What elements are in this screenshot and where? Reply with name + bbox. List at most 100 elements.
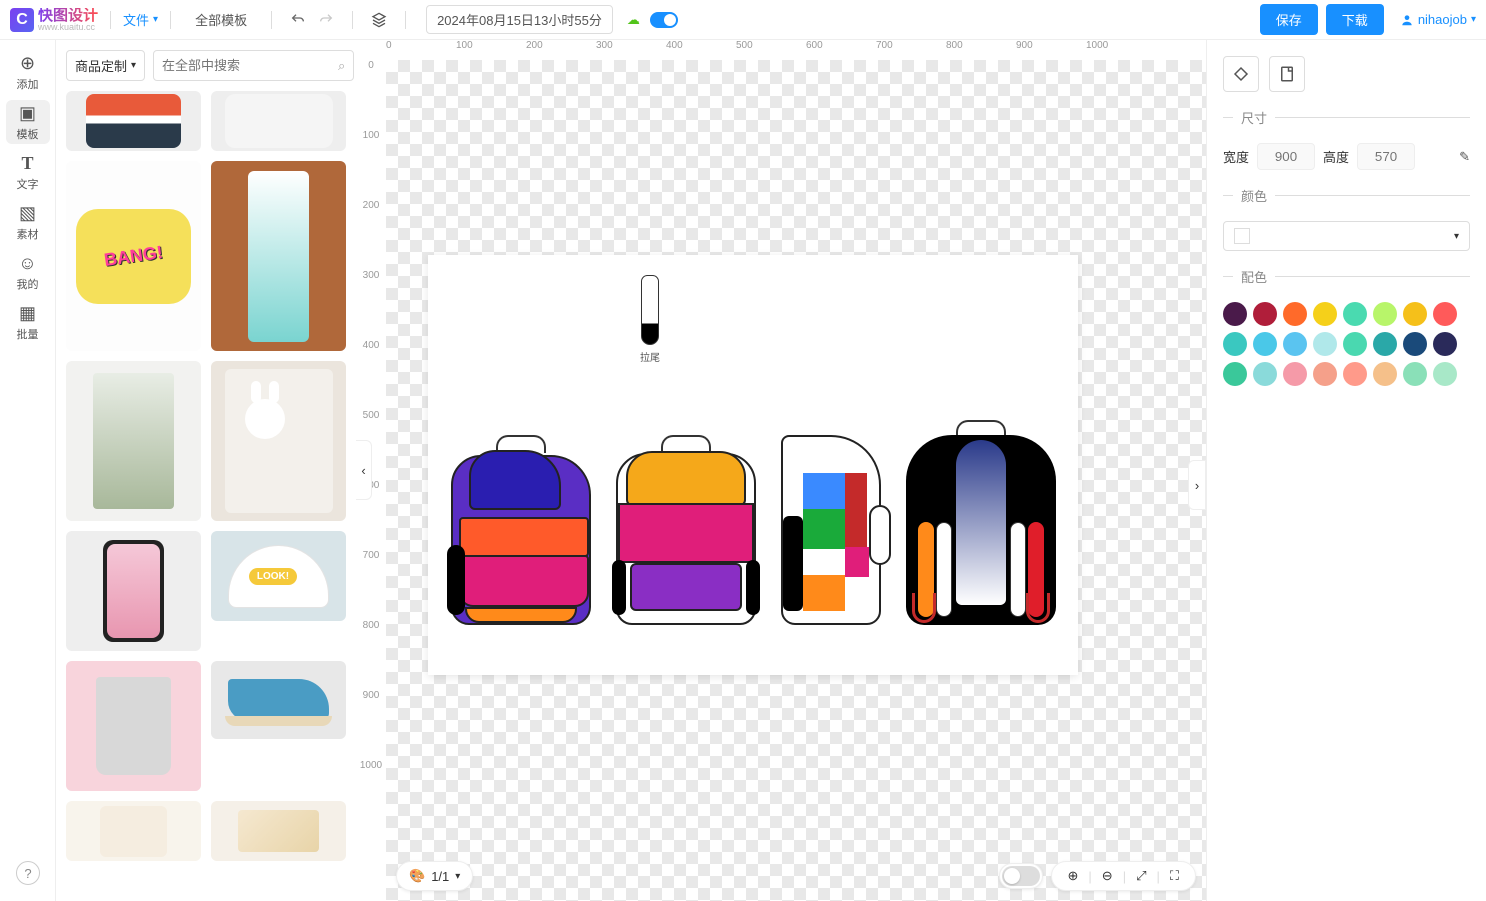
height-input[interactable] — [1357, 143, 1415, 170]
chevron-down-icon: ▾ — [1471, 14, 1476, 25]
color-swatch[interactable] — [1283, 302, 1307, 326]
color-swatch[interactable] — [1313, 362, 1337, 386]
properties-panel: 尺寸 宽度 高度 ✎ 颜色 ▾ 配色 — [1206, 40, 1486, 901]
tab-page[interactable] — [1269, 56, 1305, 92]
color-swatch[interactable] — [1403, 302, 1427, 326]
template-grid[interactable]: BANG! LOOK! — [56, 91, 356, 901]
current-color-swatch — [1234, 228, 1250, 244]
template-thumb[interactable]: LOOK! — [211, 531, 346, 621]
template-thumb[interactable] — [66, 661, 201, 791]
chevron-down-icon: ▾ — [455, 871, 460, 882]
color-swatch[interactable] — [1253, 332, 1277, 356]
rail-mine[interactable]: ☺我的 — [6, 250, 50, 294]
zipper-element[interactable]: 拉尾 — [640, 275, 660, 364]
page-icon — [1278, 65, 1296, 83]
download-button[interactable]: 下载 — [1326, 4, 1384, 35]
chevron-down-icon: ▾ — [1454, 231, 1459, 242]
view-toggle[interactable] — [999, 863, 1043, 889]
rail-template[interactable]: ▣模板 — [6, 100, 50, 144]
color-swatch[interactable] — [1223, 332, 1247, 356]
fit-screen-button[interactable]: ⤢ — [1132, 868, 1150, 884]
file-menu-label: 文件 — [123, 10, 149, 29]
color-swatch[interactable] — [1433, 332, 1457, 356]
color-swatch[interactable] — [1403, 332, 1427, 356]
canvas-bottombar: 🎨 1/1 ▾ ⊕ | ⊖ | ⤢ | ⛶ — [396, 861, 1196, 891]
color-swatch[interactable] — [1433, 362, 1457, 386]
template-thumb[interactable] — [211, 161, 346, 351]
zoom-out-button[interactable]: ⊖ — [1098, 868, 1117, 884]
page-indicator[interactable]: 🎨 1/1 ▾ — [396, 861, 473, 891]
template-icon: ▣ — [19, 103, 36, 124]
rail-asset[interactable]: ▧素材 — [6, 200, 50, 244]
help-button[interactable]: ? — [16, 861, 40, 885]
zoom-controls: ⊕ | ⊖ | ⤢ | ⛶ — [1051, 861, 1197, 891]
paint-icon — [1232, 65, 1250, 83]
color-swatch[interactable] — [1343, 332, 1367, 356]
backpack-front-alt[interactable] — [616, 445, 756, 625]
color-swatch[interactable] — [1223, 302, 1247, 326]
template-thumb[interactable] — [66, 91, 201, 151]
logo-text-cn: 快图设计 — [38, 8, 98, 23]
ruler-horizontal: 01002003004005006007008009001000 — [356, 40, 1206, 60]
rail-add[interactable]: ⊕添加 — [6, 50, 50, 94]
search-box[interactable]: ⌕ — [153, 50, 354, 81]
color-swatch[interactable] — [1433, 302, 1457, 326]
color-swatch[interactable] — [1253, 302, 1277, 326]
canvas-viewport[interactable]: 拉尾 🎨 1/1 ▾ — [386, 60, 1206, 901]
rail-text[interactable]: T文字 — [6, 150, 50, 194]
template-thumb[interactable] — [211, 361, 346, 521]
plus-circle-icon: ⊕ — [20, 53, 35, 74]
backpack-back[interactable] — [906, 430, 1056, 625]
color-swatch[interactable] — [1343, 302, 1367, 326]
text-icon: T — [21, 153, 33, 174]
tab-style[interactable] — [1223, 56, 1259, 92]
section-size: 尺寸 — [1223, 108, 1470, 127]
edit-size-button[interactable]: ✎ — [1459, 149, 1470, 165]
color-swatch[interactable] — [1373, 302, 1397, 326]
file-menu[interactable]: 文件 ▾ — [123, 10, 158, 29]
color-swatch[interactable] — [1283, 362, 1307, 386]
color-select[interactable]: ▾ — [1223, 221, 1470, 251]
template-thumb[interactable] — [211, 91, 346, 151]
collapse-right-button[interactable]: › — [1188, 460, 1206, 510]
layers-button[interactable] — [365, 6, 393, 34]
rail-batch[interactable]: ▦批量 — [6, 300, 50, 344]
fullscreen-button[interactable]: ⛶ — [1166, 868, 1183, 884]
template-thumb[interactable]: BANG! — [66, 161, 201, 351]
user-menu[interactable]: nihaojob ▾ — [1400, 12, 1476, 27]
redo-button[interactable] — [312, 6, 340, 34]
color-swatch[interactable] — [1223, 362, 1247, 386]
autosave-toggle[interactable] — [650, 12, 678, 28]
color-swatch[interactable] — [1403, 362, 1427, 386]
backpack-side[interactable] — [781, 435, 881, 625]
color-swatch[interactable] — [1373, 362, 1397, 386]
color-swatch[interactable] — [1253, 362, 1277, 386]
search-input[interactable] — [162, 58, 338, 73]
save-button[interactable]: 保存 — [1260, 4, 1318, 35]
logo[interactable]: C 快图设计 www.kuaitu.cc — [10, 8, 98, 32]
color-swatch[interactable] — [1283, 332, 1307, 356]
height-label: 高度 — [1323, 147, 1349, 166]
cloud-sync-icon: ☁ — [627, 12, 640, 28]
zoom-in-button[interactable]: ⊕ — [1064, 868, 1083, 884]
all-templates-link[interactable]: 全部模板 — [195, 10, 247, 29]
template-thumb[interactable] — [66, 801, 201, 861]
color-swatch[interactable] — [1313, 302, 1337, 326]
color-swatch[interactable] — [1373, 332, 1397, 356]
width-input[interactable] — [1257, 143, 1315, 170]
backpack-front[interactable] — [451, 445, 591, 625]
undo-button[interactable] — [284, 6, 312, 34]
left-rail: ⊕添加 ▣模板 T文字 ▧素材 ☺我的 ▦批量 — [0, 40, 56, 901]
template-thumb[interactable] — [66, 531, 201, 651]
user-name: nihaojob — [1418, 12, 1467, 27]
artboard[interactable]: 拉尾 — [428, 255, 1078, 675]
color-swatch[interactable] — [1343, 362, 1367, 386]
color-swatch[interactable] — [1313, 332, 1337, 356]
collapse-panel-button[interactable]: ‹ — [356, 440, 372, 500]
main: ⊕添加 ▣模板 T文字 ▧素材 ☺我的 ▦批量 商品定制▾ ⌕ BANG! LO… — [0, 40, 1486, 901]
document-title[interactable]: 2024年08月15日13小时55分 — [426, 5, 613, 34]
template-thumb[interactable] — [211, 661, 346, 739]
template-thumb[interactable] — [211, 801, 346, 861]
category-dropdown[interactable]: 商品定制▾ — [66, 50, 145, 81]
template-thumb[interactable] — [66, 361, 201, 521]
